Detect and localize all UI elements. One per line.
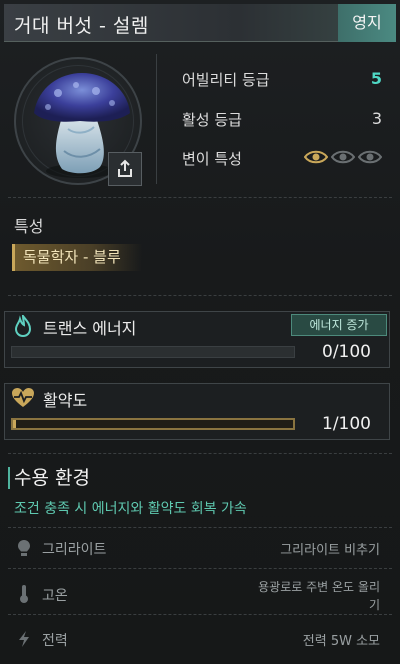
env-name-power: 전력 [42, 633, 68, 649]
environment-title: 수용 환경 [8, 467, 90, 489]
env-row-heat: 고온 용광로로 주변 온도 올리기 [14, 580, 386, 612]
portrait-divider [156, 54, 157, 184]
eye-icon-active [304, 150, 328, 164]
eye-icon [358, 150, 382, 164]
separator [8, 614, 392, 615]
env-name-heat: 고온 [42, 588, 68, 604]
creature-title: 거대 버섯 - 설렘 [14, 15, 149, 37]
header-bar: 거대 버섯 - 설렘 영지 [4, 4, 396, 42]
vitality-count: 1/100 [322, 414, 371, 434]
bulb-icon [14, 538, 34, 558]
share-icon [118, 159, 132, 177]
separator [8, 527, 392, 528]
thermometer-icon [14, 584, 34, 604]
mutation-eyes [304, 150, 382, 164]
trans-energy-box: 트랜스 에너지 에너지 증가 0/100 [4, 311, 390, 368]
vitality-label: 활약도 [43, 391, 88, 410]
mutation-trait-label: 변이 특성 [182, 150, 242, 168]
env-condition-heat: 용광로로 주변 온도 올리기 [258, 580, 380, 612]
env-row-power: 전력 전력 5W 소모 [14, 627, 386, 653]
energy-boost-button[interactable]: 에너지 증가 [291, 314, 387, 336]
lightning-icon [14, 629, 34, 649]
ability-grade-label: 어빌리티 등급 [182, 71, 270, 89]
environment-subtitle: 조건 충족 시 에너지와 활약도 회복 가속 [14, 501, 247, 517]
mutation-trait-row: 변이 특성 [182, 148, 382, 170]
vitality-progress [11, 418, 295, 430]
share-button[interactable] [108, 152, 142, 186]
separator [8, 453, 392, 454]
trait-section-label: 특성 [14, 217, 44, 236]
flame-icon [9, 314, 37, 338]
active-grade-value: 3 [371, 109, 382, 128]
ability-grade-value: 5 [370, 69, 382, 88]
heart-pulse-icon [9, 386, 37, 410]
env-row-light: 그리라이트 그리라이트 비추기 [14, 536, 386, 562]
trans-energy-progress [11, 346, 295, 358]
active-grade-label: 활성 등급 [182, 111, 242, 129]
separator [8, 197, 392, 198]
vitality-box: 활약도 1/100 [4, 383, 390, 440]
trans-energy-label: 트랜스 에너지 [43, 319, 137, 338]
env-condition-light: 그리라이트 비추기 [280, 543, 380, 558]
trans-energy-count: 0/100 [322, 342, 371, 362]
territory-tag[interactable]: 영지 [338, 4, 396, 42]
separator [8, 568, 392, 569]
active-grade-row: 활성 등급 3 [182, 109, 382, 131]
separator [8, 295, 392, 296]
creature-panel: 거대 버섯 - 설렘 영지 어빌리티 등급 5 활성 등급 3 변이 특성 특성… [0, 0, 400, 664]
trait-chip[interactable]: 독물학자 - 블루 [12, 244, 142, 271]
eye-icon [331, 150, 355, 164]
ability-grade-row: 어빌리티 등급 5 [182, 69, 382, 91]
env-condition-power: 전력 5W 소모 [302, 634, 380, 649]
env-name-light: 그리라이트 [42, 542, 107, 558]
